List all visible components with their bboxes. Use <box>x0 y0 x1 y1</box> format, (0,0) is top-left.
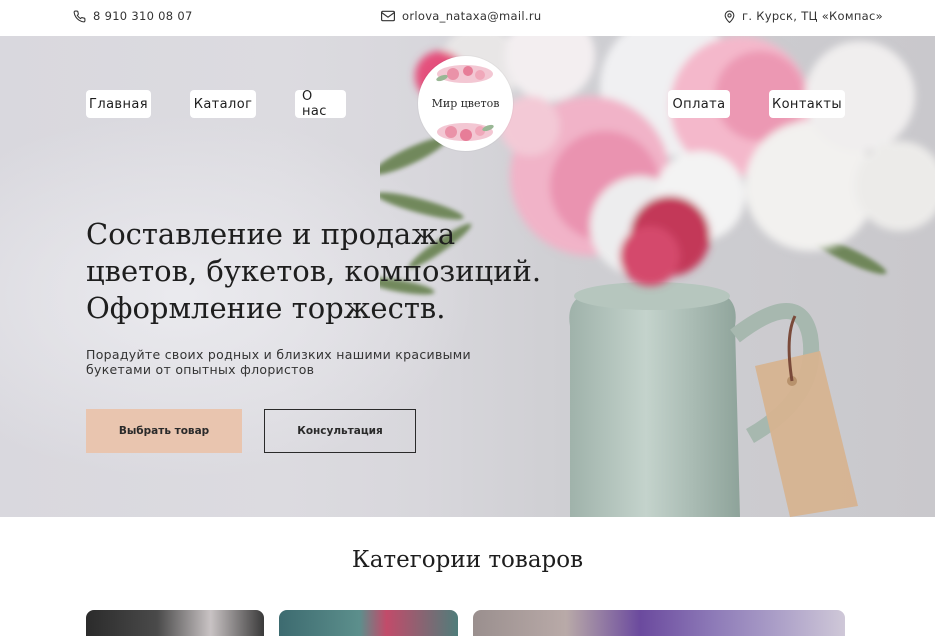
email-contact[interactable]: orlova_nataxa@mail.ru <box>381 9 541 23</box>
category-card[interactable] <box>86 610 264 636</box>
nav-payment[interactable]: Оплата <box>668 90 730 118</box>
hero-title-line: цветов, букетов, композиций. <box>86 254 542 288</box>
categories-title: Категории товаров <box>351 547 584 573</box>
site-logo[interactable]: Мир цветов <box>418 56 513 151</box>
contact-bar: 8 910 310 08 07 orlova_nataxa@mail.ru г.… <box>0 0 935 36</box>
mail-icon <box>381 10 395 22</box>
nav-contacts[interactable]: Контакты <box>769 90 845 118</box>
category-card[interactable] <box>473 610 845 636</box>
address-contact[interactable]: г. Курск, ТЦ «Компас» <box>724 9 883 23</box>
hero-title-line: Составление и продажа <box>86 217 456 251</box>
hero-subtitle-line: Порадуйте своих родных и близких нашими … <box>86 347 471 362</box>
hero-title-line: Оформление торжеств. <box>86 291 446 325</box>
email-text: orlova_nataxa@mail.ru <box>402 9 542 23</box>
logo-text: Мир цветов <box>431 97 500 110</box>
consultation-button[interactable]: Консультация <box>264 409 416 453</box>
phone-icon <box>73 10 86 22</box>
hero-subtitle-line: букетами от опытных флористов <box>86 362 315 377</box>
nav-home[interactable]: Главная <box>86 90 151 118</box>
phone-text: 8 910 310 08 07 <box>93 9 193 23</box>
map-pin-icon <box>724 10 735 23</box>
hero-subtitle: Порадуйте своих родных и близких нашими … <box>86 347 486 377</box>
hero-title: Составление и продажа цветов, букетов, к… <box>86 216 542 327</box>
category-card[interactable] <box>279 610 458 636</box>
nav-about[interactable]: О нас <box>295 89 346 119</box>
address-text: г. Курск, ТЦ «Компас» <box>742 9 883 23</box>
choose-product-button[interactable]: Выбрать товар <box>86 409 242 453</box>
phone-contact[interactable]: 8 910 310 08 07 <box>73 9 193 23</box>
hero-section: Главная Каталог О нас Оплата Контакты Ми… <box>0 36 935 517</box>
nav-catalog[interactable]: Каталог <box>190 90 256 118</box>
